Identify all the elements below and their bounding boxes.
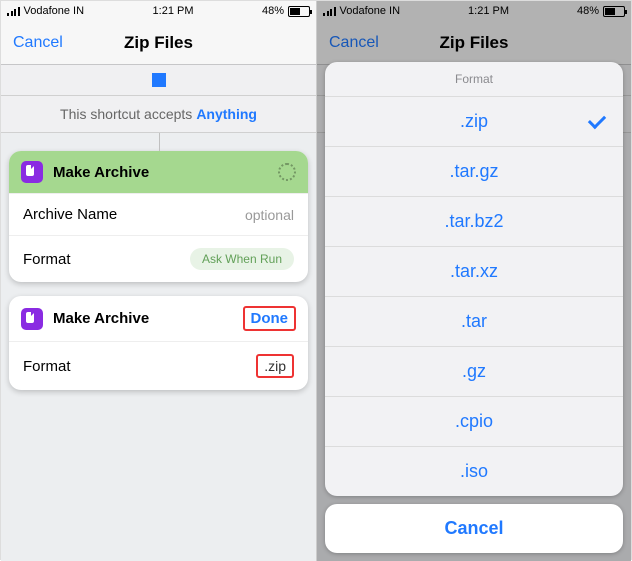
battery-icon xyxy=(288,6,310,17)
battery-pct-label: 48% xyxy=(262,5,284,17)
format-option-targz[interactable]: .tar.gz xyxy=(325,146,623,196)
option-label: .zip xyxy=(460,111,488,131)
document-icon xyxy=(21,161,43,183)
accepts-link[interactable]: Anything xyxy=(196,106,257,122)
carrier-label: Vodafone IN xyxy=(24,5,85,17)
checkmark-icon xyxy=(588,110,606,128)
card-header: Make Archive Done xyxy=(9,296,308,341)
phone-left: Vodafone IN 1:21 PM 48% Cancel Zip Files… xyxy=(1,1,316,561)
phone-right: Vodafone IN 1:21 PM 48% Cancel Zip Files… xyxy=(316,1,631,561)
done-button[interactable]: Done xyxy=(243,306,297,331)
option-label: .tar.xz xyxy=(450,261,498,281)
format-option-iso[interactable]: .iso xyxy=(325,446,623,496)
format-option-tarbz2[interactable]: .tar.bz2 xyxy=(325,196,623,246)
card-title: Make Archive xyxy=(53,164,149,181)
sheet-title: Format xyxy=(325,62,623,96)
option-label: .iso xyxy=(460,461,488,481)
card-header: Make Archive xyxy=(9,151,308,193)
sheet-cancel-button[interactable]: Cancel xyxy=(325,504,623,553)
accepts-strip: This shortcut accepts Anything xyxy=(1,95,316,133)
accepts-prefix: This shortcut accepts xyxy=(60,106,192,122)
option-label: .tar xyxy=(461,311,487,331)
status-bar: Vodafone IN 1:21 PM 48% xyxy=(1,1,316,21)
format-option-tarxz[interactable]: .tar.xz xyxy=(325,246,623,296)
format-option-tar[interactable]: .tar xyxy=(325,296,623,346)
action-sheet: Format .zip .tar.gz .tar.bz2 .tar.xz .ta… xyxy=(325,62,623,553)
connector-line xyxy=(1,133,316,151)
stop-icon[interactable] xyxy=(152,73,166,87)
cancel-button[interactable]: Cancel xyxy=(13,34,63,52)
option-label: .tar.bz2 xyxy=(444,211,503,231)
row-label: Format xyxy=(23,358,71,375)
signal-bars-icon xyxy=(7,6,20,16)
row-format[interactable]: Format .zip xyxy=(9,341,308,390)
action-card-editing: Make Archive Done Format .zip xyxy=(9,296,308,390)
archive-name-placeholder: optional xyxy=(245,207,294,223)
nav-bar: Cancel Zip Files xyxy=(1,21,316,65)
action-card-running: Make Archive Archive Name optional Forma… xyxy=(9,151,308,282)
clock-label: 1:21 PM xyxy=(153,5,194,17)
option-label: .tar.gz xyxy=(449,161,498,181)
row-format[interactable]: Format Ask When Run xyxy=(9,235,308,282)
page-title: Zip Files xyxy=(124,33,193,53)
stop-bar xyxy=(1,65,316,95)
row-label: Format xyxy=(23,251,71,268)
document-icon xyxy=(21,308,43,330)
row-label: Archive Name xyxy=(23,206,117,223)
format-option-gz[interactable]: .gz xyxy=(325,346,623,396)
spinner-icon xyxy=(278,163,296,181)
format-option-cpio[interactable]: .cpio xyxy=(325,396,623,446)
option-label: .cpio xyxy=(455,411,493,431)
row-archive-name[interactable]: Archive Name optional xyxy=(9,193,308,235)
format-option-zip[interactable]: .zip xyxy=(325,96,623,146)
card-title: Make Archive xyxy=(53,310,149,327)
option-label: .gz xyxy=(462,361,486,381)
ask-when-run-pill: Ask When Run xyxy=(190,248,294,270)
format-value: .zip xyxy=(256,354,294,378)
